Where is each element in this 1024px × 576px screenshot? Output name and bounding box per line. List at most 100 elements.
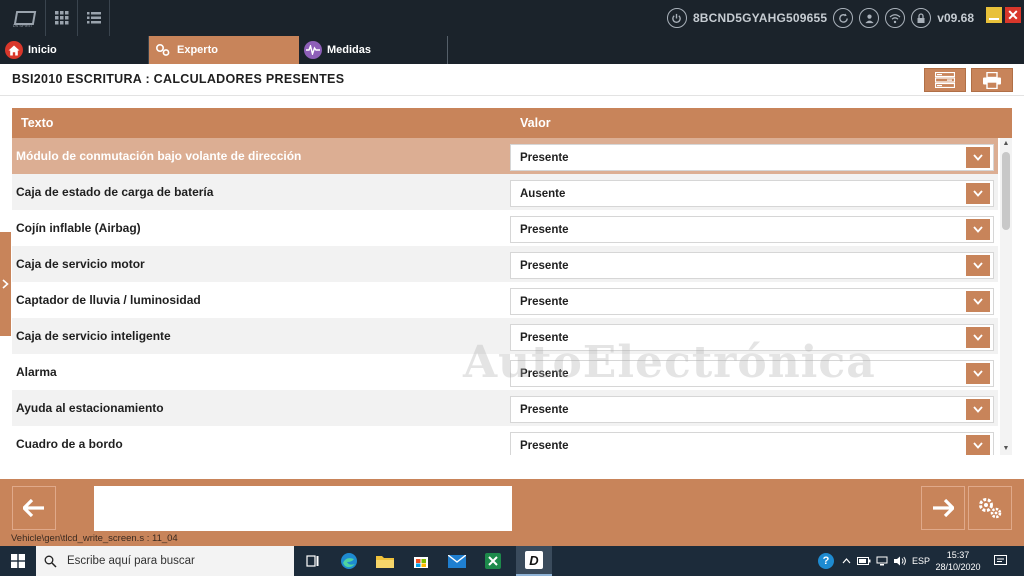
vehicle-status-area: 8BCND5GYAHG509655 v09.68 [666,6,974,30]
column-header-valor: Valor [520,116,551,130]
table-row[interactable]: Caja de estado de carga de batería Ausent… [12,174,998,210]
app-window: DS SPIRIT 8BCND5GYAHG509655 v09.68 ✕ Ini… [0,0,1024,576]
value-dropdown[interactable]: Presente [510,288,994,315]
list-view-icon [935,72,955,88]
table-row[interactable]: Módulo de conmutación bajo volante de di… [12,138,998,174]
tab-experto-label: Experto [177,44,218,56]
volume-icon[interactable] [891,546,909,576]
minimize-button[interactable] [986,7,1002,23]
value-dropdown[interactable]: Presente [510,432,994,455]
grid-menu-button[interactable] [46,0,78,36]
ds-logo-icon: DS SPIRIT [11,9,35,28]
chevron-up-icon[interactable] [839,546,853,576]
row-label: Alarma [16,365,57,379]
dropdown-button[interactable] [966,183,990,204]
table-header: Texto Valor [12,108,1012,138]
start-button[interactable] [0,546,36,576]
value-dropdown[interactable]: Ausente [510,180,994,207]
gears-settings-icon [979,498,1002,519]
language-indicator[interactable]: ESP [910,546,932,576]
dropdown-selected-value: Presente [520,260,569,272]
notifications-icon[interactable] [990,546,1010,576]
value-dropdown[interactable]: Presente [510,324,994,351]
dropdown-selected-value: Presente [520,440,569,452]
dropdown-button[interactable] [966,435,990,455]
store-button[interactable] [403,546,439,576]
folder-icon [376,556,394,568]
wifi-icon[interactable] [885,8,906,28]
task-view-button[interactable] [295,546,331,576]
diagbox-app-button[interactable]: D [516,546,552,576]
software-version: v09.68 [937,11,974,25]
power-icon[interactable] [666,8,687,28]
dropdown-selected-value: Presente [520,332,569,344]
chevron-down-icon [973,154,983,161]
lock-icon[interactable] [911,8,932,28]
page-header: BSI2010 ESCRITURA : CALCULADORES PRESENT… [0,64,1024,96]
scroll-up-icon[interactable]: ▲ [1002,140,1010,148]
value-dropdown[interactable]: Presente [510,144,994,171]
chevron-right-icon [2,279,9,289]
row-label: Caja de servicio inteligente [16,329,171,343]
chevron-down-icon [973,370,983,377]
value-dropdown[interactable]: Presente [510,252,994,279]
dropdown-button[interactable] [966,399,990,420]
value-dropdown[interactable]: Presente [510,216,994,243]
tab-inicio[interactable]: Inicio [0,36,149,64]
settings-button[interactable] [968,486,1012,530]
row-label: Módulo de conmutación bajo volante de di… [16,149,302,163]
help-tray-icon[interactable]: ? [815,546,837,576]
dropdown-selected-value: Ausente [520,188,566,200]
dropdown-button[interactable] [966,255,990,276]
value-dropdown[interactable]: Presente [510,360,994,387]
scroll-down-icon[interactable]: ▼ [1002,445,1010,453]
table-row[interactable]: Caja de servicio motor Presente [12,246,998,282]
tab-inicio-label: Inicio [28,44,57,56]
next-button[interactable] [921,486,965,530]
gears-icon [154,41,172,59]
table-row[interactable]: Alarma Presente [12,354,998,390]
battery-icon[interactable] [855,546,873,576]
search-icon [44,555,57,568]
user-icon[interactable] [859,8,880,28]
network-icon[interactable] [874,546,890,576]
taskbar-search[interactable]: Escribe aquí para buscar [36,546,294,576]
file-explorer-button[interactable] [367,546,403,576]
table-scrollbar[interactable]: ▲ ▼ [1000,138,1012,455]
side-panel-toggle[interactable] [0,232,11,336]
spreadsheet-app-button[interactable] [475,546,511,576]
dropdown-button[interactable] [966,291,990,312]
printer-icon [983,71,1001,89]
list-menu-button[interactable] [78,0,110,36]
table-row[interactable]: Ayuda al estacionamiento Presente [12,390,998,426]
dropdown-button[interactable] [966,219,990,240]
table-row[interactable]: Captador de lluvia / luminosidad Presente [12,282,998,318]
dropdown-button[interactable] [966,327,990,348]
dropdown-button[interactable] [966,363,990,384]
refresh-icon[interactable] [833,8,854,28]
value-dropdown[interactable]: Presente [510,396,994,423]
page-title: BSI2010 ESCRITURA : CALCULADORES PRESENT… [12,72,345,86]
table-row[interactable]: Cuadro de a bordo Presente [12,426,998,455]
scrollbar-thumb[interactable] [1002,152,1010,230]
message-box [94,486,512,531]
tab-medidas[interactable]: Medidas [299,36,448,64]
main-tabs: Inicio Experto Medidas [0,36,1024,64]
back-button[interactable] [12,486,56,530]
task-view-icon [306,555,319,567]
close-button[interactable]: ✕ [1005,7,1021,23]
list-view-button[interactable] [924,68,966,92]
table-row[interactable]: Cojín inflable (Airbag) Presente [12,210,998,246]
diagbox-icon: D [525,551,543,569]
home-icon [5,41,23,59]
edge-browser-button[interactable] [331,546,367,576]
table-row[interactable]: Caja de servicio inteligente Presente [12,318,998,354]
mail-button[interactable] [439,546,475,576]
dropdown-button[interactable] [966,147,990,168]
tab-experto[interactable]: Experto [149,36,299,64]
taskbar-clock[interactable]: 15:37 28/10/2020 [930,549,986,573]
arrow-right-icon [933,499,954,517]
print-button[interactable] [971,68,1013,92]
row-label: Cuadro de a bordo [16,437,123,451]
mail-icon [448,554,466,568]
